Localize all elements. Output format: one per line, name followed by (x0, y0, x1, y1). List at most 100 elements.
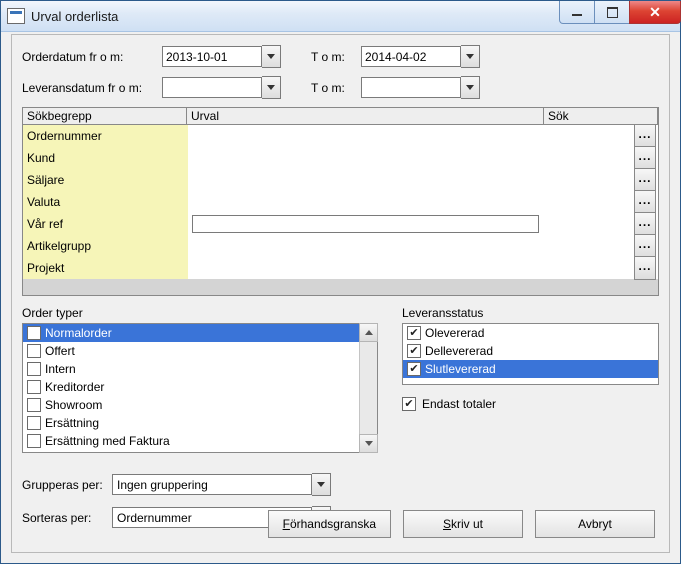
order-type-label: Ersättning (45, 416, 99, 430)
only-totals-checkbox[interactable] (402, 397, 416, 411)
order-types-list[interactable]: Normalorder Offert Intern Kreditorder Showro… (22, 323, 378, 453)
lookup-button[interactable]: ... (634, 234, 656, 258)
order-type-item[interactable]: Normalorder (23, 324, 359, 342)
delivery-date-to-label: T o m: (311, 81, 361, 95)
delivery-date-to-dropdown[interactable] (461, 76, 480, 99)
grid-row[interactable]: Kund... (23, 147, 658, 169)
order-type-checkbox[interactable] (27, 362, 41, 376)
lookup-button[interactable]: ... (634, 190, 656, 214)
grid-row-label: Säljare (23, 169, 188, 191)
delivery-status-item[interactable]: Slutlevererad (403, 360, 658, 378)
order-type-item[interactable]: Offert (23, 342, 359, 360)
grid-row-label: Artikelgrupp (23, 235, 188, 257)
delivery-status-list[interactable]: Olevererad Dellevererad Slutlevererad (402, 323, 659, 385)
grid-row[interactable]: Ordernummer... (23, 125, 658, 147)
order-type-checkbox[interactable] (27, 326, 41, 340)
order-type-item[interactable]: Showroom (23, 396, 359, 414)
grid-row[interactable]: Projekt... (23, 257, 658, 279)
grid-header-label: Sökbegrepp (22, 107, 187, 125)
delivery-status-checkbox[interactable] (407, 344, 421, 358)
grid-row-search: ... (543, 169, 658, 191)
order-type-item[interactable]: Intern (23, 360, 359, 378)
app-icon (7, 8, 25, 24)
grid-row-label: Projekt (23, 257, 188, 279)
order-type-checkbox[interactable] (27, 398, 41, 412)
grid-row[interactable]: Säljare... (23, 169, 658, 191)
order-types-label: Order typer (22, 306, 378, 320)
order-type-checkbox[interactable] (27, 416, 41, 430)
order-type-label: Intern (45, 362, 76, 376)
order-type-checkbox[interactable] (27, 344, 41, 358)
order-type-checkbox[interactable] (27, 434, 41, 448)
delivery-status-item[interactable]: Dellevererad (403, 342, 658, 360)
order-date-to-dropdown[interactable] (461, 45, 480, 68)
grid-row-search: ... (543, 213, 658, 235)
only-totals-row[interactable]: Endast totaler (402, 397, 659, 411)
window-controls: ✕ (559, 1, 680, 31)
close-button[interactable]: ✕ (629, 1, 681, 24)
group-by-label: Grupperas per: (22, 478, 112, 492)
cancel-button[interactable]: Avbryt (535, 510, 655, 538)
delivery-status-label: Olevererad (425, 326, 484, 340)
delivery-status-label: Dellevererad (425, 344, 493, 358)
grid-row-search: ... (543, 125, 658, 147)
group-by-dropdown[interactable] (312, 473, 331, 496)
delivery-status-item[interactable]: Olevererad (403, 324, 658, 342)
maximize-button[interactable] (594, 1, 630, 24)
lookup-button[interactable]: ... (634, 256, 656, 280)
grid-row[interactable]: Vår ref... (23, 213, 658, 235)
grid-row-label: Valuta (23, 191, 188, 213)
delivery-date-from-field[interactable] (162, 77, 262, 98)
grid-header: Sökbegrepp Urval Sök (23, 108, 658, 125)
minimize-button[interactable] (559, 1, 595, 24)
scroll-up-button[interactable] (359, 323, 378, 342)
scroll-down-button[interactable] (359, 434, 378, 453)
grid-row-search: ... (543, 147, 658, 169)
grid-header-sok: Sök (543, 107, 658, 125)
lookup-button[interactable]: ... (634, 124, 656, 148)
grid-row-urval[interactable] (188, 169, 543, 191)
grid-row-urval[interactable] (188, 213, 543, 235)
grid-row-urval[interactable] (188, 125, 543, 147)
delivery-date-to-field[interactable] (361, 77, 461, 98)
order-date-to-field[interactable]: 2014-04-02 (361, 46, 461, 67)
criteria-grid: Sökbegrepp Urval Sök Ordernummer...Kund.… (22, 107, 659, 296)
grid-row-urval[interactable] (188, 147, 543, 169)
client-area: Orderdatum fr o m: 2013-10-01 T o m: 201… (1, 32, 680, 563)
titlebar[interactable]: Urval orderlista ✕ (1, 1, 680, 32)
order-type-label: Showroom (45, 398, 102, 412)
delivery-status-checkbox[interactable] (407, 326, 421, 340)
order-type-item[interactable]: Ersättning (23, 414, 359, 432)
grid-row-urval[interactable] (188, 235, 543, 257)
order-date-to-label: T o m: (311, 50, 361, 64)
grid-footer-strip (23, 279, 658, 295)
our-ref-input[interactable] (192, 215, 539, 233)
delivery-status-label: Slutlevererad (425, 362, 496, 376)
lookup-button[interactable]: ... (634, 212, 656, 236)
order-date-from-dropdown[interactable] (262, 45, 281, 68)
grid-row[interactable]: Artikelgrupp... (23, 235, 658, 257)
window-title: Urval orderlista (31, 9, 118, 24)
window-frame: Urval orderlista ✕ Orderdatum fr o m: 20… (0, 0, 681, 564)
lookup-button[interactable]: ... (634, 146, 656, 170)
print-button[interactable]: Skriv ut (403, 510, 523, 538)
order-type-label: Ersättning med Faktura (45, 434, 170, 448)
delivery-status-checkbox[interactable] (407, 362, 421, 376)
delivery-date-from-dropdown[interactable] (262, 76, 281, 99)
grid-row-urval[interactable] (188, 191, 543, 213)
order-type-label: Offert (45, 344, 75, 358)
order-date-from-field[interactable]: 2013-10-01 (162, 46, 262, 67)
order-type-item[interactable]: Kreditorder (23, 378, 359, 396)
order-types-scrollbar[interactable] (359, 324, 377, 452)
order-date-row: Orderdatum fr o m: 2013-10-01 T o m: 201… (22, 45, 659, 68)
grid-row-urval[interactable] (188, 257, 543, 279)
order-type-item[interactable]: Ersättning med Faktura (23, 432, 359, 450)
grid-row[interactable]: Valuta... (23, 191, 658, 213)
lookup-button[interactable]: ... (634, 168, 656, 192)
grid-row-search: ... (543, 235, 658, 257)
grid-row-label: Vår ref (23, 213, 188, 235)
sort-by-label: Sorteras per: (22, 511, 112, 525)
order-type-checkbox[interactable] (27, 380, 41, 394)
preview-button[interactable]: Förhandsgranska (268, 510, 391, 538)
group-by-combo[interactable]: Ingen gruppering (112, 474, 312, 495)
